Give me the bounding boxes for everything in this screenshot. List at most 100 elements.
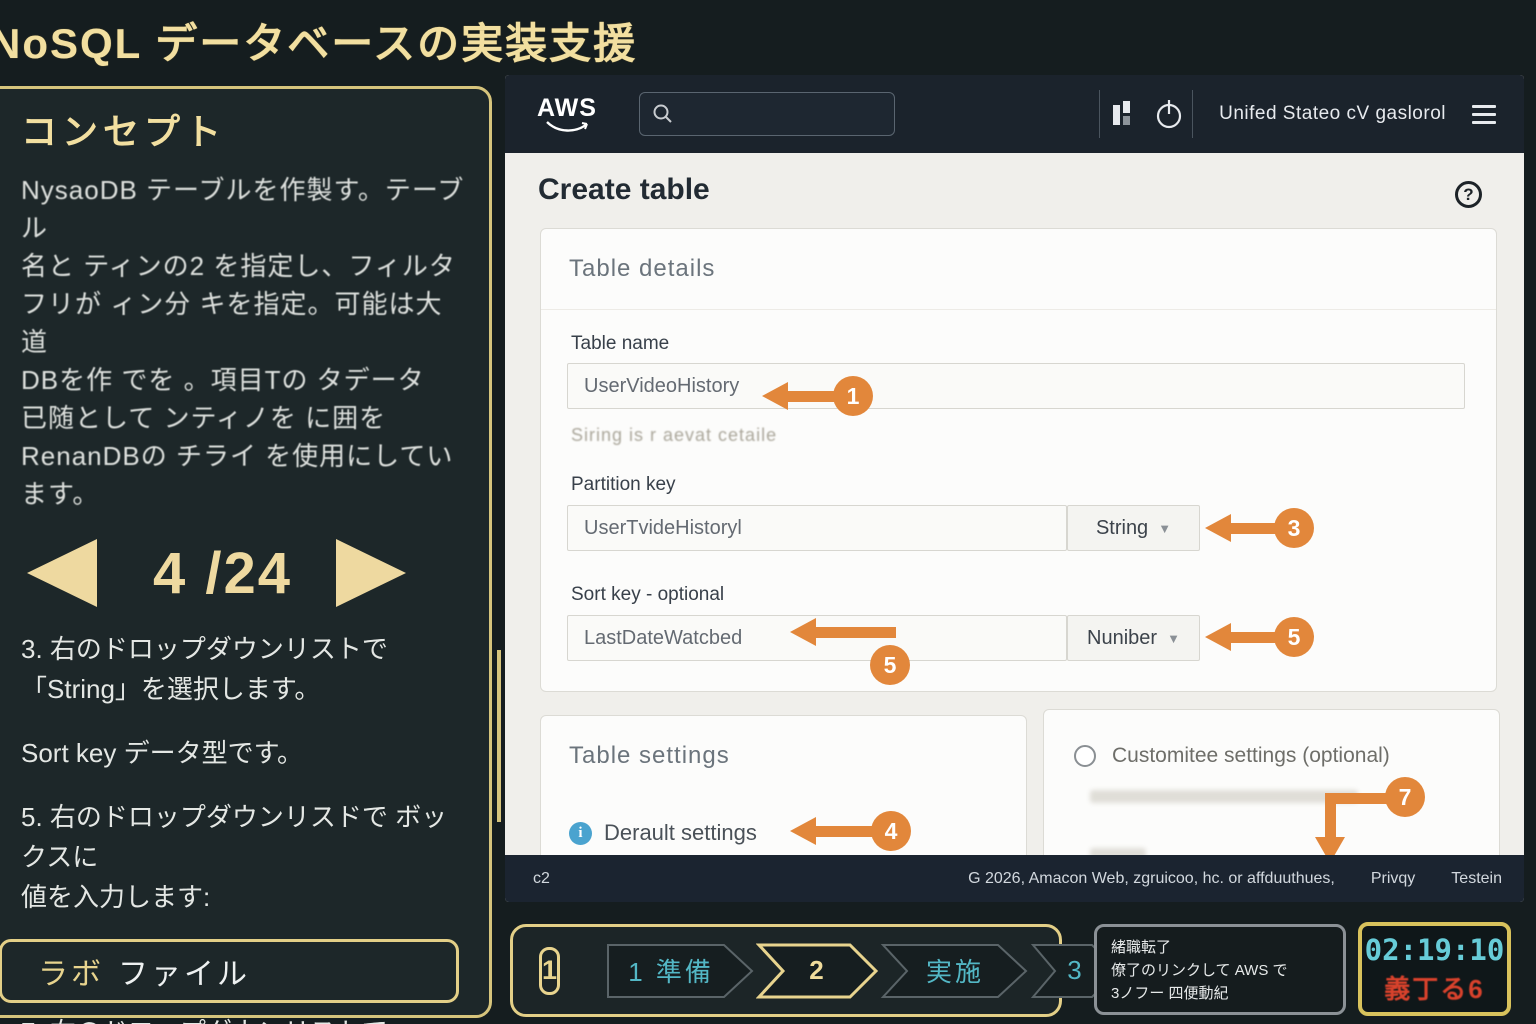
- lab-files-button[interactable]: ラボ ファイル: [0, 939, 459, 1003]
- search-icon: [652, 103, 674, 125]
- chevron-step-execute[interactable]: 実施: [880, 942, 1030, 1000]
- concept-line: フリが ィン分 キを指定。可能は大道: [21, 285, 469, 361]
- note-line: 僚了のリンクして AWS で: [1111, 959, 1329, 982]
- power-icon[interactable]: [1146, 98, 1192, 130]
- aws-logo-text: AWS: [537, 96, 597, 120]
- blurred-text-placeholder: [1090, 848, 1146, 855]
- region-selector[interactable]: Unifed Stateo cV gaslorol: [1219, 103, 1446, 125]
- prev-page-arrow[interactable]: [27, 539, 97, 607]
- partition-key-input[interactable]: [567, 505, 1067, 551]
- chevron-down-icon: ▼: [1158, 521, 1171, 536]
- annotation-arrow-7-head: [1315, 837, 1345, 855]
- concept-line: 名と ティンの2 を指定し、フィルタ: [21, 247, 469, 285]
- sort-key-label: Sort key - optional: [571, 584, 724, 606]
- instruction-step3-line1: 3. 右のドロップダウンリストで: [21, 629, 469, 669]
- progress-steps-bar: 1 1 準備 2 実施 3: [510, 924, 1062, 1017]
- console-footer: c2 G 2026, Amacon Web, zgruicoo, hc. or …: [505, 855, 1524, 902]
- customize-settings-option[interactable]: Customitee settings (optional): [1074, 744, 1390, 768]
- step-badge-5b: 5: [1274, 617, 1314, 657]
- screen: NoSQL データベースの実装支援 コンセプト NysaoDB テーブルを作製す…: [0, 0, 1536, 1024]
- annotation-arrow-7: [1325, 793, 1336, 839]
- step-badge-5: 5: [870, 645, 910, 685]
- terms-link[interactable]: Testein: [1451, 870, 1502, 888]
- default-settings-option[interactable]: i Derault settings: [569, 820, 757, 846]
- chevron-down-icon: ▼: [1167, 631, 1180, 646]
- annotation-arrow-4: 4: [790, 811, 911, 851]
- console-header: AWS: [505, 75, 1524, 153]
- chevron-step-prepare[interactable]: 1 準備: [604, 942, 756, 1000]
- menu-icon[interactable]: [1472, 105, 1496, 124]
- default-settings-label: Derault settings: [604, 820, 757, 846]
- note-line: 3ノフー 四便動紀: [1111, 982, 1329, 1005]
- concept-paragraph: NysaoDB テーブルを作製す。テーブル 名と ティンの2 を指定し、フィルタ…: [21, 171, 469, 513]
- page-indicator: 4 /24: [153, 540, 292, 607]
- instruction-sortkey-note: Sort key データ型です。: [21, 733, 469, 773]
- concept-line: ます。: [21, 475, 469, 513]
- concept-line: DBを作 でを 。項目Tの タデータ: [21, 361, 469, 399]
- card-divider: [541, 309, 1496, 310]
- customize-settings-label: Customitee settings (optional): [1112, 744, 1390, 768]
- copyright-text: G 2026, Amacon Web, zgruicoo, hc. or aff…: [968, 870, 1335, 888]
- create-table-title: Create table: [538, 173, 710, 207]
- annotation-arrow-5b: 5: [1205, 617, 1314, 657]
- step-badge-1: 1: [833, 376, 873, 416]
- table-settings-heading: Table settings: [569, 742, 730, 770]
- aws-console: AWS: [505, 75, 1524, 902]
- header-divider: [1192, 90, 1193, 138]
- step-number-box[interactable]: 1: [539, 947, 560, 995]
- note-line: 緒職転了: [1111, 936, 1329, 959]
- partition-key-type-dropdown[interactable]: String ▼: [1067, 505, 1200, 551]
- page-title: NoSQL データベースの実装支援: [0, 10, 637, 71]
- help-icon[interactable]: ?: [1455, 181, 1482, 208]
- aws-smile-icon: [544, 120, 590, 133]
- table-name-input[interactable]: [567, 363, 1465, 409]
- info-icon: i: [569, 822, 592, 845]
- session-note-box: 緒職転了 僚了のリンクして AWS で 3ノフー 四便動紀: [1094, 924, 1346, 1015]
- next-page-arrow[interactable]: [336, 539, 406, 607]
- annotation-arrow-1: 1: [762, 376, 873, 416]
- sidebar-accent-line: [497, 650, 501, 822]
- annotation-arrow-5a: [790, 618, 896, 646]
- radio-icon: [1074, 745, 1096, 767]
- step-badge-4: 4: [871, 811, 911, 851]
- annotation-arrow-3: 3: [1205, 508, 1314, 548]
- chevron-step-2-active[interactable]: 2: [756, 942, 880, 1000]
- aws-logo[interactable]: AWS: [537, 96, 597, 133]
- instruction-step3-line2: 「String」を選択します。: [21, 669, 469, 709]
- console-body: Create table ? Table details Table name …: [505, 153, 1524, 855]
- table-details-card: Table details Table name Siring is r aev…: [540, 228, 1497, 692]
- concept-line: 已随として ンティノを に囲を: [21, 399, 469, 437]
- concept-heading: コンセプト: [21, 103, 469, 155]
- table-details-heading: Table details: [569, 255, 715, 283]
- sort-key-type-dropdown[interactable]: Nuniber ▼: [1067, 615, 1200, 661]
- page-navigation: 4 /24: [27, 539, 469, 607]
- step-badge-3: 3: [1274, 508, 1314, 548]
- lab-button-accent: ラボ: [38, 949, 104, 993]
- instruction-step7-line1: 7. 右のドロップダウンリストで: [21, 1012, 469, 1024]
- services-icon[interactable]: [1100, 101, 1146, 127]
- sort-key-type-value: Nuniber: [1087, 627, 1157, 650]
- footer-feedback[interactable]: c2: [533, 870, 550, 888]
- chevron-label: 2: [756, 942, 880, 1000]
- table-name-label: Table name: [571, 333, 669, 355]
- table-settings-card: Table settings i Derault settings: [540, 715, 1027, 855]
- customize-settings-card: Customitee settings (optional): [1043, 709, 1500, 855]
- partition-key-type-value: String: [1096, 517, 1148, 540]
- lesson-sidebar: コンセプト NysaoDB テーブルを作製す。テーブル 名と ティンの2 を指定…: [0, 86, 492, 1018]
- session-timer: 02:19:10 義丁る6: [1358, 922, 1511, 1016]
- instruction-step5-line1: 5. 右のドロップダウンリスドで ボックスに: [21, 797, 469, 877]
- blurred-text-placeholder: [1090, 790, 1358, 803]
- privacy-link[interactable]: Privqy: [1371, 870, 1415, 888]
- table-name-helper: Siring is r aevat cetaile: [571, 425, 777, 446]
- lab-button-label: ファイル: [118, 949, 250, 993]
- search-input[interactable]: [639, 92, 895, 136]
- chevron-label: 1 準備: [604, 942, 756, 1000]
- concept-line: RenanDBの チライ を使用にしてい: [21, 437, 469, 475]
- step-badge-7: 7: [1385, 777, 1425, 817]
- concept-line: NysaoDB テーブルを作製す。テーブル: [21, 171, 469, 247]
- bar-chart-icon: [1112, 101, 1134, 127]
- partition-key-label: Partition key: [571, 474, 676, 496]
- chevron-label: 実施: [880, 942, 1030, 1000]
- timer-countdown: 02:19:10: [1365, 933, 1505, 967]
- end-session-button[interactable]: 義丁る6: [1384, 969, 1484, 1006]
